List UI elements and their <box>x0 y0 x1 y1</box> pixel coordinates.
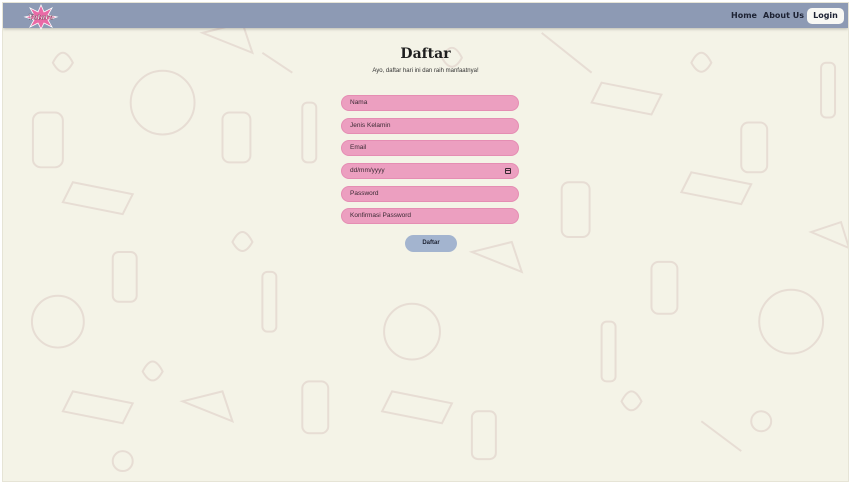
calendar-icon[interactable] <box>505 168 511 174</box>
navbar: Yatara Home About Us Login <box>3 3 848 30</box>
nav-home-link[interactable]: Home <box>731 11 757 20</box>
password-input[interactable]: Password <box>341 186 519 202</box>
page-subtitle: Ayo, daftar hari ini dan raih manfaatnya… <box>372 68 479 74</box>
date-input-placeholder: dd/mm/yyyy <box>350 167 385 174</box>
konfirmasi-password-input[interactable]: Konfirmasi Password <box>341 208 519 224</box>
date-input[interactable]: dd/mm/yyyy <box>341 163 519 179</box>
jenis-kelamin-input[interactable]: Jenis Kelamin <box>341 118 519 134</box>
nav-about-link[interactable]: About Us <box>763 11 804 20</box>
logo-text: Yatara <box>29 13 54 22</box>
nama-input[interactable]: Nama <box>341 95 519 111</box>
page-frame: Yatara Home About Us Login Daftar Ayo, d… <box>2 2 849 482</box>
login-button[interactable]: Login <box>807 8 844 24</box>
email-input[interactable]: Email <box>341 140 519 156</box>
star-logo-icon[interactable]: Yatara <box>23 4 59 30</box>
page-title: Daftar <box>400 46 451 62</box>
daftar-submit-button[interactable]: Daftar <box>405 235 457 252</box>
